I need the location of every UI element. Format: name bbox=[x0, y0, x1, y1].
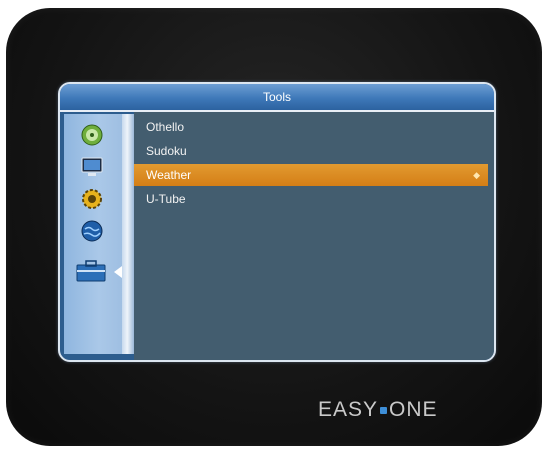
active-pointer-icon bbox=[114, 266, 122, 278]
window-title: Tools bbox=[60, 84, 494, 112]
monitor-icon[interactable] bbox=[81, 156, 103, 178]
toolbox-icon[interactable] bbox=[76, 260, 106, 282]
screen: Tools Othello Sudoku Weather ◆ U-Tube bbox=[58, 82, 496, 362]
menu-item-weather[interactable]: Weather ◆ bbox=[134, 164, 488, 186]
brand-left: EASY bbox=[318, 398, 379, 421]
menu-item-sudoku[interactable]: Sudoku bbox=[134, 140, 488, 162]
menu-item-othello[interactable]: Othello bbox=[134, 116, 488, 138]
sidebar bbox=[64, 114, 122, 354]
diamond-arrow-icon: ◆ bbox=[473, 170, 480, 180]
disc-icon[interactable] bbox=[81, 124, 103, 146]
brand-logo: EASY ONE bbox=[318, 398, 488, 422]
gear-icon[interactable] bbox=[81, 188, 103, 210]
menu-item-label: Weather bbox=[146, 168, 192, 182]
globe-icon[interactable] bbox=[81, 220, 103, 242]
brand-dot-icon bbox=[380, 406, 388, 414]
menu-list: Othello Sudoku Weather ◆ U-Tube bbox=[134, 112, 494, 360]
brand-right: ONE bbox=[389, 398, 438, 421]
menu-item-label: Othello bbox=[146, 120, 185, 134]
menu-item-u-tube[interactable]: U-Tube bbox=[134, 188, 488, 210]
divider bbox=[122, 114, 134, 354]
menu-item-label: U-Tube bbox=[146, 192, 186, 206]
menu-item-label: Sudoku bbox=[146, 144, 187, 158]
